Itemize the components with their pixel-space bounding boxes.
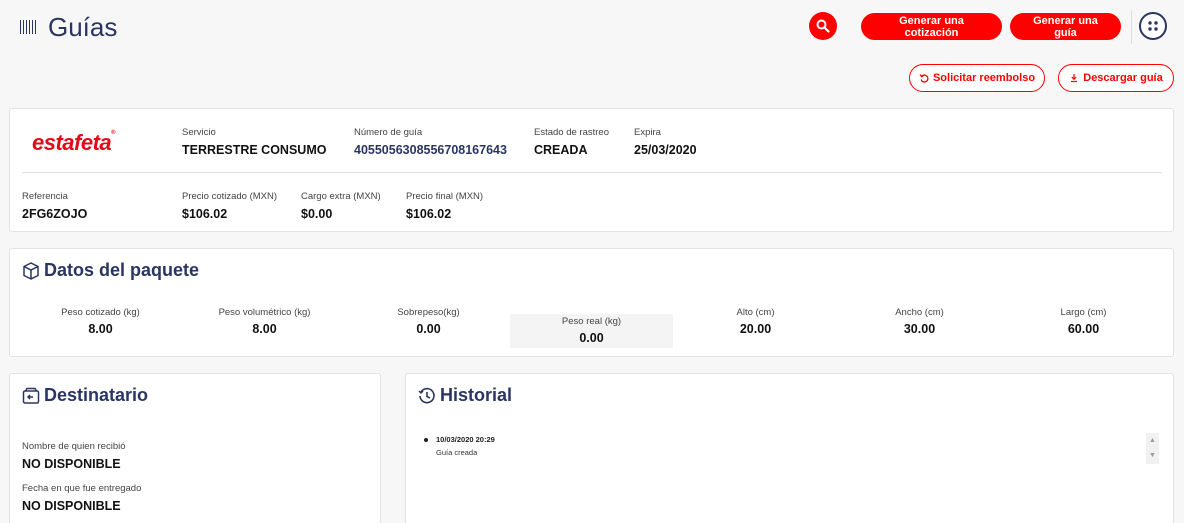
delivered-date-label: Fecha en que fue entregado (22, 483, 142, 494)
status-value: CREADA (534, 143, 588, 157)
recipient-section-title: Destinatario (21, 385, 148, 406)
extra-charge-label: Cargo extra (MXN) (301, 191, 381, 202)
history-entry: 10/03/2020 20:29 Guía creada (424, 435, 495, 457)
page-title: Guías (48, 12, 118, 42)
metric-quoted-weight: Peso cotizado (kg) 8.00 (61, 307, 140, 336)
status-label: Estado de rastreo (534, 127, 609, 138)
package-icon (23, 261, 39, 280)
download-guide-button[interactable]: Descargar guía (1058, 64, 1174, 92)
history-section-title: Historial (417, 385, 512, 406)
top-bar: Guías Generar una cotización Generar una… (0, 0, 1184, 56)
generate-quote-button[interactable]: Generar una cotización (861, 13, 1002, 40)
package-section-title: Datos del paquete (21, 260, 199, 281)
search-button[interactable] (809, 12, 837, 40)
extra-charge-value: $0.00 (301, 207, 333, 221)
undo-icon (919, 74, 929, 83)
final-price-label: Precio final (MXN) (406, 191, 484, 202)
download-guide-label: Descargar guía (1083, 72, 1163, 84)
received-by-value: NO DISPONIBLE (22, 457, 121, 471)
expires-value: 25/03/2020 (634, 143, 697, 157)
quoted-price-value: $106.02 (182, 207, 228, 221)
history-icon (418, 387, 435, 403)
metric-width: Ancho (cm) 30.00 (895, 307, 944, 336)
service-value: TERRESTRE CONSUMO (182, 143, 327, 157)
reference-value: 2FG6ZOJO (22, 207, 88, 221)
history-card: Historial 10/03/2020 20:29 Guía creada ▲… (405, 373, 1174, 523)
request-refund-button[interactable]: Solicitar reembolso (909, 64, 1045, 92)
delivered-date-value: NO DISPONIBLE (22, 499, 121, 513)
package-card: Datos del paquete Peso cotizado (kg) 8.0… (9, 248, 1174, 357)
header-divider (1131, 10, 1132, 44)
inbox-icon (22, 387, 40, 404)
request-refund-label: Solicitar reembolso (932, 72, 1036, 84)
scroll-up-icon[interactable]: ▲ (1146, 433, 1159, 448)
tracking-label: Número de guía (354, 127, 423, 138)
received-by-label: Nombre de quien recibió (22, 441, 126, 452)
history-date: 10/03/2020 20:29 (436, 435, 495, 444)
metric-height: Alto (cm) 20.00 (736, 307, 775, 336)
history-scrollbar[interactable]: ▲ ▼ (1146, 433, 1159, 464)
expires-label: Expira (634, 127, 661, 138)
shipment-card: estafeta® Servicio TERRESTRE CONSUMO Núm… (9, 108, 1174, 232)
barcode-icon (20, 20, 37, 34)
metric-real-weight: Peso real (kg) 0.00 (510, 314, 673, 348)
apps-grid-icon (1148, 21, 1158, 31)
card-divider (22, 172, 1162, 173)
metric-volumetric-weight: Peso volumétrico (kg) 8.00 (218, 307, 311, 336)
reference-label: Referencia (22, 191, 68, 202)
carrier-logo: estafeta® (32, 130, 116, 155)
tracking-number[interactable]: 4055056308556708167643 (354, 143, 507, 157)
apps-button[interactable] (1139, 12, 1167, 40)
service-label: Servicio (182, 127, 216, 138)
bullet (424, 438, 428, 442)
scroll-down-icon[interactable]: ▼ (1146, 448, 1159, 463)
history-description: Guía creada (436, 448, 478, 457)
generate-guide-button[interactable]: Generar una guía (1010, 13, 1121, 40)
final-price-value: $106.02 (406, 207, 452, 221)
recipient-card: Destinatario Nombre de quien recibió NO … (9, 373, 381, 523)
metric-length: Largo (cm) 60.00 (1060, 307, 1107, 336)
download-icon (1071, 74, 1078, 83)
search-icon (816, 19, 830, 33)
quoted-price-label: Precio cotizado (MXN) (182, 191, 278, 202)
metric-overweight: Sobrepeso(kg) 0.00 (397, 307, 460, 336)
